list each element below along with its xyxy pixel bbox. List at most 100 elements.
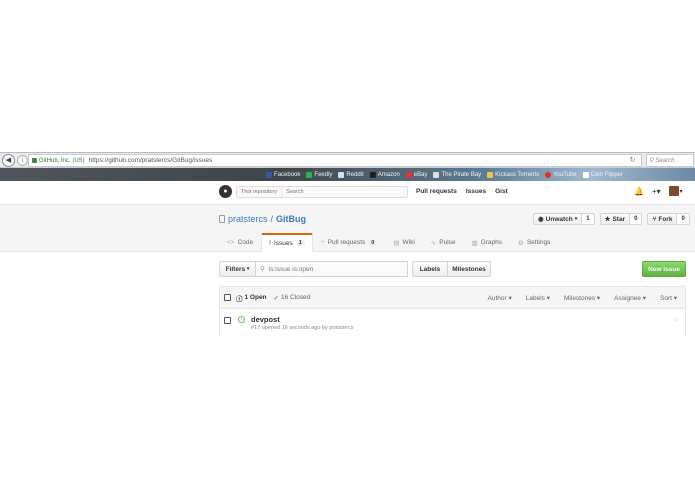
repo-search-box[interactable]: This repository: [236, 186, 408, 198]
bookmark-amazon[interactable]: Amazon: [369, 171, 400, 178]
issue-opened-icon: ⓘ: [236, 295, 243, 303]
bookmark-coinflipper[interactable]: Coin Flipper: [582, 171, 623, 178]
assignee-filter[interactable]: Assignee ▾: [614, 294, 646, 302]
bookmark-youtube[interactable]: YouTube: [545, 171, 577, 178]
star-button[interactable]: ★ Star: [599, 213, 631, 225]
repo-name-link[interactable]: GitBug: [276, 214, 306, 224]
milestones-button[interactable]: Milestones: [447, 261, 491, 277]
labels-filter[interactable]: Labels ▾: [526, 294, 550, 302]
fork-count[interactable]: 0: [677, 213, 690, 225]
sort-menu[interactable]: Sort ▾: [660, 294, 677, 302]
avatar: [668, 186, 679, 196]
issues-table-header: ⓘ 1 Open ✓ 16 Closed Author ▾ Labels ▾ Mil…: [220, 287, 685, 309]
fork-group: ⑂ Fork 0: [647, 213, 690, 225]
address-bar[interactable]: GitHub, Inc. (US) https://github.com/pra…: [28, 154, 642, 167]
nav-issues[interactable]: Issues: [466, 188, 486, 195]
unwatch-button[interactable]: ◉ Unwatch ▾: [533, 213, 583, 225]
bookmark-reddit[interactable]: Reddit: [338, 171, 364, 178]
closed-issues-link[interactable]: ✓ 16 Closed: [274, 294, 311, 302]
repo-search-input[interactable]: [282, 189, 393, 195]
back-button[interactable]: ◀: [2, 153, 15, 167]
header-icons: 🔔 +▾ ▾: [634, 186, 683, 196]
feedly-icon: [306, 171, 313, 178]
issues-list: ⓘ 1 Open ✓ 16 Closed Author ▾ Labels ▾ Mil…: [219, 286, 686, 337]
amazon-icon: [369, 171, 376, 178]
browser-search-box[interactable]: ⚲ Search: [646, 154, 694, 167]
header-nav: Pull requests Issues Gist: [416, 188, 508, 195]
issue-title-link[interactable]: devpost: [251, 315, 280, 324]
table-row: ! devpost #17 opened 16 seconds ago by p…: [220, 309, 685, 337]
bookmark-facebook[interactable]: Facebook: [266, 171, 300, 178]
fork-button[interactable]: ⑂ Fork: [647, 213, 678, 225]
issue-filter-input[interactable]: ⚲ is:issue is:open: [256, 261, 408, 277]
issue-checkbox[interactable]: [224, 317, 231, 324]
repo-nav: <> Code ! Issues 1 ⑂ Pull requests 0 ▤ Wiki ∿ P…: [219, 233, 558, 252]
code-icon: <>: [227, 239, 235, 246]
nav-gist[interactable]: Gist: [495, 188, 508, 195]
info-icon: i: [21, 156, 24, 164]
book-icon: ▤: [393, 239, 400, 247]
repo-icon: [219, 215, 225, 223]
issue-meta: #17 opened 16 seconds ago by pratstercs: [251, 325, 354, 331]
watch-count[interactable]: 1: [582, 213, 595, 225]
repo-owner-link[interactable]: pratstercs: [228, 214, 268, 224]
avatar-dropdown[interactable]: ▾: [668, 186, 683, 196]
chevron-down-icon: ▾: [679, 188, 683, 195]
browser-url-bar: ◀ i GitHub, Inc. (US) https://github.com…: [0, 152, 695, 168]
tab-wiki[interactable]: ▤ Wiki: [385, 233, 422, 252]
search-icon: ⚲: [260, 266, 265, 273]
youtube-icon: [545, 171, 552, 178]
tab-graphs[interactable]: ▥ Graphs: [464, 233, 510, 252]
new-issue-button[interactable]: New issue: [642, 261, 686, 277]
ebay-icon: [405, 171, 412, 178]
labels-button[interactable]: Labels: [412, 261, 448, 277]
eye-icon: ◉: [538, 216, 544, 223]
issue-sort-menus: Author ▾ Labels ▾ Milestones ▾ Assignee …: [488, 294, 677, 302]
pulse-icon: ∿: [430, 239, 437, 247]
issue-opened-icon: !: [238, 316, 245, 323]
issue-opened-icon: !: [269, 239, 271, 247]
bookmark-kickass[interactable]: Kickass Torrents: [487, 171, 539, 178]
facebook-icon: [266, 171, 273, 178]
bookmark-feedly[interactable]: Feedly: [306, 171, 332, 178]
fork-icon: ⑂: [652, 215, 657, 223]
issues-counter: 1: [295, 240, 305, 246]
filters-button[interactable]: Filters ▾: [219, 261, 256, 277]
chevron-down-icon: ▾: [246, 266, 250, 272]
tab-code[interactable]: <> Code: [219, 233, 261, 252]
git-pull-request-icon: ⑂: [320, 239, 325, 246]
tab-pulse[interactable]: ∿ Pulse: [423, 233, 464, 252]
piratebay-icon: [433, 171, 440, 178]
chevron-down-icon: ▾: [574, 216, 578, 222]
bell-icon[interactable]: 🔔: [634, 187, 644, 196]
star-count[interactable]: 0: [630, 213, 643, 225]
search-scope-label: This repository: [237, 187, 283, 197]
gear-icon: ⚙: [518, 239, 524, 247]
site-identity[interactable]: GitHub, Inc. (US): [32, 158, 85, 164]
select-all-checkbox[interactable]: [224, 294, 231, 301]
open-issues-link[interactable]: ⓘ 1 Open: [236, 293, 267, 303]
repo-actions: ◉ Unwatch ▾ 1 ★ Star 0 ⑂ Fork 0: [533, 213, 690, 225]
plus-dropdown-icon[interactable]: +▾: [652, 187, 661, 196]
graph-icon: ▥: [471, 239, 478, 247]
bookmarks-bar: Facebook Feedly Reddit Amazon eBay The P…: [0, 168, 695, 181]
milestones-filter[interactable]: Milestones ▾: [564, 294, 600, 302]
tab-pull-requests[interactable]: ⑂ Pull requests 0: [313, 233, 386, 252]
bookmark-ebay[interactable]: eBay: [405, 171, 427, 178]
url-text: https://github.com/pratstercs/GitBug/iss…: [88, 157, 213, 164]
search-icon: ⚲: [649, 158, 654, 164]
issue-states: ⓘ 1 Open ✓ 16 Closed: [236, 293, 310, 303]
bookmark-piratebay[interactable]: The Pirate Bay: [433, 171, 481, 178]
github-logo-icon[interactable]: ●: [219, 185, 232, 198]
check-icon: ✓: [273, 294, 279, 302]
coin-flipper-icon: [582, 171, 589, 178]
tab-issues[interactable]: ! Issues 1: [261, 233, 313, 252]
star-group: ★ Star 0: [599, 213, 643, 225]
tab-settings[interactable]: ⚙ Settings: [510, 233, 558, 252]
nav-pull-requests[interactable]: Pull requests: [416, 188, 457, 195]
refresh-icon[interactable]: ↻: [628, 156, 637, 165]
pull-requests-counter: 0: [368, 239, 378, 246]
author-filter[interactable]: Author ▾: [488, 294, 512, 302]
back-arrow-icon: ◀: [5, 157, 12, 164]
info-button[interactable]: i: [17, 154, 28, 166]
